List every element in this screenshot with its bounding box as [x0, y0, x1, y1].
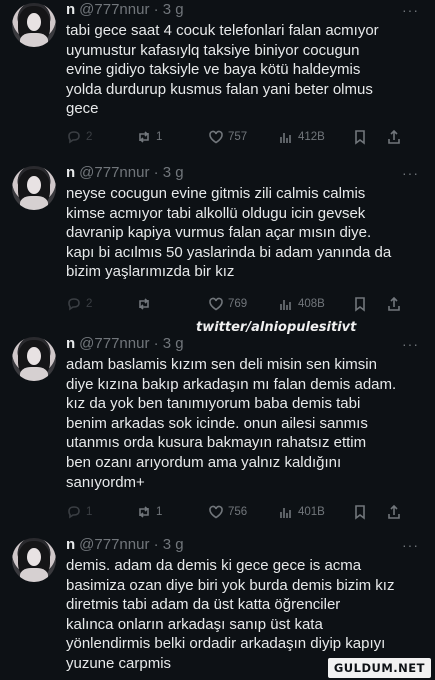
tweet[interactable]: n @777nnur · 3 g ··· tabi gece saat 4 co… [0, 0, 435, 147]
tweet-text: adam baslamis kızım sen deli misin sen k… [66, 356, 397, 491]
tweet-text: tabi gece saat 4 cocuk telefonlari falan… [66, 22, 379, 118]
retweet-count: 1 [156, 506, 163, 519]
author-handle[interactable]: @777nnur · 3 g [79, 334, 183, 354]
author-name[interactable]: n [66, 535, 75, 555]
reply-button[interactable]: 2 [66, 127, 92, 147]
tweet-text: demis. adam da demis ki gece gece is acm… [66, 557, 395, 672]
retweet-icon [139, 298, 149, 310]
views-count: 412B [298, 130, 325, 143]
like-button[interactable]: 769 [208, 294, 247, 314]
like-button[interactable]: 757 [208, 127, 247, 147]
author-name[interactable]: n [66, 163, 75, 183]
reply-button[interactable]: 1 [66, 502, 92, 522]
like-icon [209, 505, 223, 519]
bookmark-button[interactable] [352, 502, 368, 522]
share-icon [388, 296, 400, 311]
tweet-text: neyse cocugun evine gitmis zili calmis c… [66, 185, 392, 281]
bookmark-button[interactable] [352, 127, 368, 147]
more-dots-icon[interactable]: ··· [402, 3, 419, 17]
tweet-header: n @777nnur · 3 g [66, 334, 419, 354]
reply-button[interactable]: 2 [66, 294, 92, 314]
tweet-header: n @777nnur · 3 g [66, 535, 419, 555]
retweet-button[interactable]: 1 [136, 502, 162, 522]
author-handle[interactable]: @777nnur · 3 g [79, 0, 183, 20]
bookmark-icon [355, 505, 365, 520]
like-count: 757 [228, 130, 248, 143]
author-name[interactable]: n [66, 0, 75, 20]
reply-count: 2 [86, 297, 93, 310]
bookmark-icon [355, 297, 365, 312]
reply-icon [68, 506, 80, 519]
bookmark-icon [355, 130, 365, 145]
tweet-header: n @777nnur · 3 g [66, 163, 419, 183]
tweet-actions: 1 1 756 401B [66, 502, 419, 522]
like-icon [209, 130, 223, 144]
watermark: twitter/alniopulesitivt [196, 320, 357, 335]
tweet[interactable]: n @777nnur · 3 g ··· neyse cocugun evine… [0, 163, 435, 314]
retweet-icon [139, 506, 149, 518]
like-button[interactable]: 756 [208, 502, 247, 522]
site-logo: GULDUM.NET [327, 658, 431, 678]
retweet-icon [139, 131, 149, 143]
like-count: 769 [228, 297, 248, 310]
retweet-count: 1 [156, 130, 163, 143]
like-icon [209, 297, 223, 311]
more-dots-icon[interactable]: ··· [402, 166, 419, 180]
reply-icon [68, 298, 80, 311]
retweet-button[interactable] [136, 294, 156, 314]
reply-count: 1 [86, 506, 93, 519]
bookmark-button[interactable] [352, 294, 368, 314]
author-handle[interactable]: @777nnur · 3 g [79, 163, 183, 183]
views-button[interactable]: 412B [278, 127, 325, 147]
author-name[interactable]: n [66, 334, 75, 354]
views-count: 401B [298, 506, 325, 519]
more-dots-icon[interactable]: ··· [402, 337, 419, 351]
share-button[interactable] [386, 127, 402, 147]
reply-count: 2 [86, 130, 93, 143]
share-button[interactable] [386, 294, 402, 314]
reply-icon [68, 131, 80, 144]
tweet-header: n @777nnur · 3 g [66, 0, 419, 20]
views-icon [280, 508, 291, 519]
more-dots-icon[interactable]: ··· [402, 538, 419, 552]
share-icon [388, 129, 400, 144]
share-icon [388, 505, 400, 519]
views-button[interactable]: 408B [278, 294, 325, 314]
tweet-actions: 2 769 408B [66, 294, 419, 314]
tweet[interactable]: n @777nnur · 3 g ··· adam baslamis kızım… [0, 334, 435, 522]
views-icon [280, 299, 291, 310]
tweet[interactable]: n @777nnur · 3 g ··· demis. adam da demi… [0, 535, 435, 674]
views-button[interactable]: 401B [278, 502, 325, 522]
views-icon [280, 132, 291, 143]
author-handle[interactable]: @777nnur · 3 g [79, 535, 183, 555]
like-count: 756 [228, 506, 248, 519]
views-count: 408B [298, 297, 325, 310]
retweet-button[interactable]: 1 [136, 127, 162, 147]
share-button[interactable] [386, 502, 402, 522]
tweet-actions: 2 1 757 412B [66, 127, 419, 147]
